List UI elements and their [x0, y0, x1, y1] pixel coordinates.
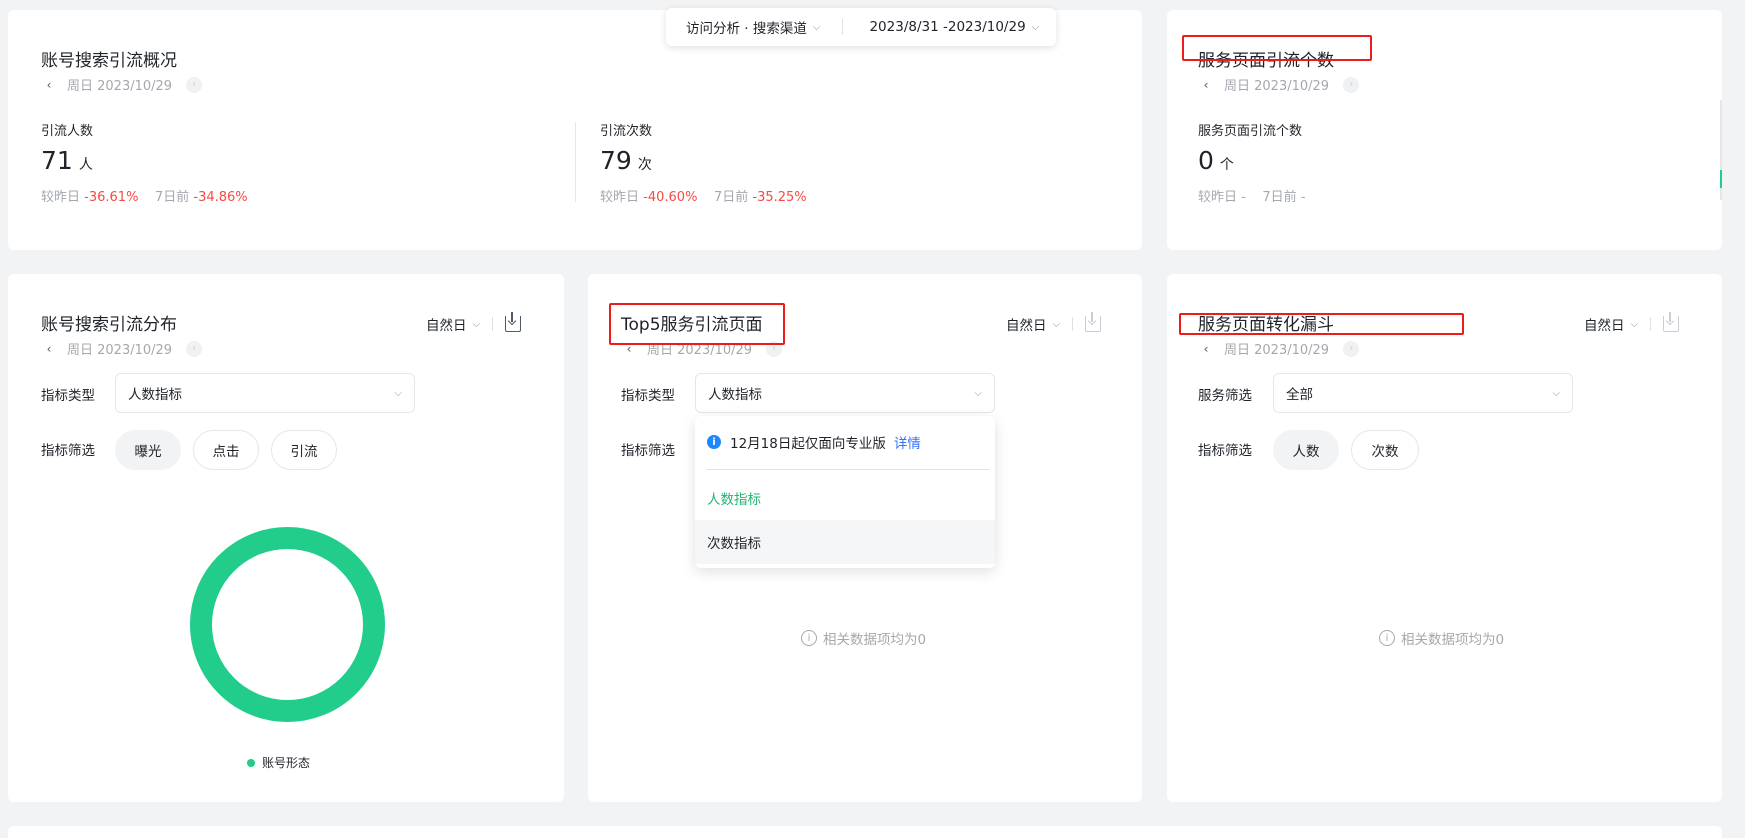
- chevron-down-icon: ⌵: [1630, 318, 1639, 330]
- type-label: 指标类型: [41, 388, 95, 404]
- bottom-card: [8, 826, 1722, 838]
- analysis-label: 访问分析 · 搜索渠道: [686, 21, 807, 37]
- dropdown-notice: i 12月18日起仅面向专业版 详情: [707, 432, 921, 452]
- empty-text: 相关数据项均为0: [823, 632, 927, 648]
- prev-day-icon[interactable]: ‹: [1198, 341, 1214, 357]
- period-select[interactable]: 自然日: [426, 314, 467, 334]
- dropdown-divider: [707, 469, 989, 470]
- metric-compare-visitors: 较昨日 -36.61% 7日前 -34.86%: [41, 190, 248, 205]
- metric-compare-visits: 较昨日 -40.60% 7日前 -35.25%: [600, 190, 807, 205]
- chevron-down-icon: ⌵: [812, 21, 821, 33]
- metric-label-visits: 引流次数: [600, 124, 653, 139]
- top5-card: Top5服务引流页面 ‹ 周日 2023/10/29 › 自然日 ⌵ 指标类型 …: [588, 274, 1142, 802]
- type-label: 指标类型: [621, 388, 675, 404]
- service-count-compare: 较昨日 - 7日前 -: [1198, 190, 1306, 205]
- metric-label-visitors: 引流人数: [41, 124, 94, 139]
- filter-bar: 访问分析 · 搜索渠道 ⌵ 2023/8/31 -2023/10/29 ⌵: [666, 8, 1056, 46]
- distribution-date-nav: ‹ 周日 2023/10/29 ›: [41, 339, 203, 358]
- service-count-label: 服务页面引流个数: [1198, 124, 1303, 139]
- annotation-box-top5: [609, 303, 785, 345]
- filter-label: 指标筛选: [1198, 443, 1252, 459]
- info-icon: i: [707, 435, 721, 449]
- type-select[interactable]: 人数指标 ⌵: [115, 373, 415, 413]
- filter-label: 指标筛选: [41, 443, 95, 459]
- overview-title: 账号搜索引流概况: [41, 51, 177, 71]
- overview-date: 周日 2023/10/29: [67, 79, 173, 94]
- service-count-date-nav: ‹ 周日 2023/10/29 ›: [1198, 75, 1360, 94]
- chevron-down-icon: ⌵: [1052, 318, 1061, 330]
- option-count-metric[interactable]: 次数指标: [695, 520, 995, 564]
- top5-header-controls: 自然日 ⌵: [1006, 312, 1102, 334]
- download-icon[interactable]: [505, 312, 522, 332]
- service-select-value: 全部: [1286, 387, 1313, 403]
- filter-people-button[interactable]: 人数: [1273, 430, 1339, 470]
- filter-click-button[interactable]: 点击: [193, 430, 259, 470]
- funnel-date: 周日 2023/10/29: [1224, 343, 1330, 358]
- divider: [492, 317, 494, 331]
- service-label: 服务筛选: [1198, 388, 1252, 404]
- empty-text: 相关数据项均为0: [1401, 632, 1505, 648]
- info-icon: i: [801, 630, 817, 646]
- option-people-metric[interactable]: 人数指标: [695, 476, 995, 520]
- overview-card: 账号搜索引流概况 ‹ 周日 2023/10/29 › 引流人数 71 人 较昨日 …: [8, 10, 1142, 250]
- next-day-icon[interactable]: ›: [186, 340, 203, 357]
- metric-divider: [575, 122, 576, 202]
- next-day-icon[interactable]: ›: [1343, 340, 1360, 357]
- empty-state: i 相关数据项均为0: [801, 628, 926, 648]
- date-range-picker[interactable]: 2023/8/31 -2023/10/29 ⌵: [869, 19, 1039, 35]
- next-day-icon[interactable]: ›: [1343, 76, 1360, 93]
- scrollbar-thumb[interactable]: [1720, 170, 1722, 188]
- metric-value-visits: 79 次: [600, 146, 652, 175]
- funnel-header-controls: 自然日 ⌵: [1584, 312, 1680, 334]
- chevron-down-icon: ⌵: [1031, 21, 1040, 33]
- analysis-dropdown[interactable]: 访问分析 · 搜索渠道 ⌵: [686, 17, 820, 37]
- type-select-value: 人数指标: [708, 387, 762, 403]
- filter-count-button[interactable]: 次数: [1351, 430, 1419, 470]
- period-select[interactable]: 自然日: [1584, 314, 1625, 334]
- distribution-date: 周日 2023/10/29: [67, 343, 173, 358]
- notice-text: 12月18日起仅面向专业版: [730, 436, 886, 452]
- prev-day-icon[interactable]: ‹: [1198, 77, 1214, 93]
- overview-date-nav: ‹ 周日 2023/10/29 ›: [41, 75, 203, 94]
- chevron-down-icon: ⌵: [974, 387, 982, 399]
- empty-state: i 相关数据项均为0: [1379, 628, 1504, 648]
- chevron-down-icon: ⌵: [472, 318, 481, 330]
- prev-day-icon[interactable]: ‹: [41, 77, 57, 93]
- info-icon: i: [1379, 630, 1395, 646]
- service-count-value: 0个: [1198, 146, 1234, 175]
- metric-value-visitors: 71 人: [41, 146, 93, 175]
- next-day-icon[interactable]: ›: [186, 76, 203, 93]
- period-select[interactable]: 自然日: [1006, 314, 1047, 334]
- chevron-down-icon: ⌵: [1552, 387, 1560, 399]
- distribution-title: 账号搜索引流分布: [41, 315, 177, 335]
- filter-traffic-button[interactable]: 引流: [271, 430, 337, 470]
- chevron-down-icon: ⌵: [394, 387, 402, 399]
- chart-donut-slice: [190, 527, 385, 722]
- funnel-date-nav: ‹ 周日 2023/10/29 ›: [1198, 339, 1360, 358]
- download-icon[interactable]: [1663, 312, 1680, 332]
- service-count-date: 周日 2023/10/29: [1224, 79, 1330, 94]
- chart-legend: 账号形态: [247, 754, 310, 771]
- filter-divider: [842, 19, 844, 35]
- date-range: 2023/8/31 -2023/10/29: [869, 19, 1026, 35]
- notice-detail-link[interactable]: 详情: [894, 432, 921, 452]
- divider: [1072, 317, 1074, 331]
- prev-day-icon[interactable]: ‹: [41, 341, 57, 357]
- filter-exposure-button[interactable]: 曝光: [115, 430, 181, 470]
- legend-label: 账号形态: [262, 756, 311, 770]
- download-icon[interactable]: [1085, 312, 1102, 332]
- type-select[interactable]: 人数指标 ⌵: [695, 373, 995, 413]
- service-select[interactable]: 全部 ⌵: [1273, 373, 1573, 413]
- legend-dot: [247, 758, 255, 767]
- filter-label: 指标筛选: [621, 443, 675, 459]
- annotation-box-funnel: [1179, 313, 1464, 335]
- distribution-card: 账号搜索引流分布 ‹ 周日 2023/10/29 › 自然日 ⌵ 指标类型 人数…: [8, 274, 564, 802]
- divider: [1650, 317, 1652, 331]
- type-dropdown-menu: i 12月18日起仅面向专业版 详情 人数指标 次数指标: [695, 416, 995, 568]
- annotation-box-service-count: [1182, 35, 1372, 61]
- distribution-header-controls: 自然日 ⌵: [426, 312, 522, 334]
- type-select-value: 人数指标: [128, 387, 182, 403]
- funnel-card: 服务页面转化漏斗 ‹ 周日 2023/10/29 › 自然日 ⌵ 服务筛选 全部…: [1167, 274, 1722, 802]
